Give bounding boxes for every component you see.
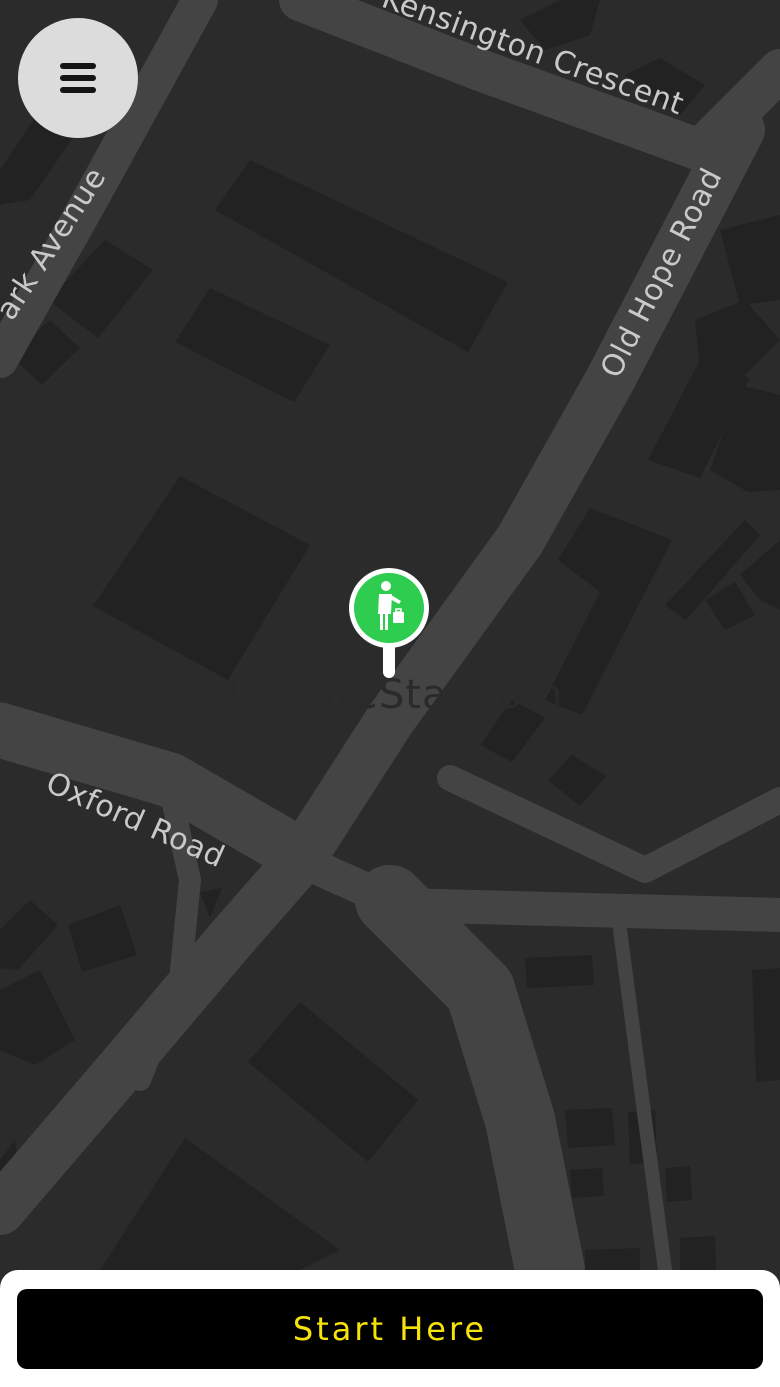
building bbox=[665, 1166, 692, 1202]
start-here-button[interactable]: Start Here bbox=[17, 1289, 763, 1369]
hamburger-menu-icon bbox=[60, 63, 96, 93]
building bbox=[525, 955, 594, 988]
building bbox=[570, 1168, 604, 1198]
building bbox=[585, 1248, 640, 1270]
screen: Kensington Crescent ark Avenue Old Hope … bbox=[0, 0, 780, 1387]
building bbox=[680, 1236, 716, 1270]
building bbox=[565, 1108, 615, 1148]
menu-button[interactable] bbox=[18, 18, 138, 138]
location-pin[interactable] bbox=[348, 568, 430, 680]
building bbox=[752, 968, 780, 1082]
bottom-panel: Start Here bbox=[0, 1270, 780, 1387]
